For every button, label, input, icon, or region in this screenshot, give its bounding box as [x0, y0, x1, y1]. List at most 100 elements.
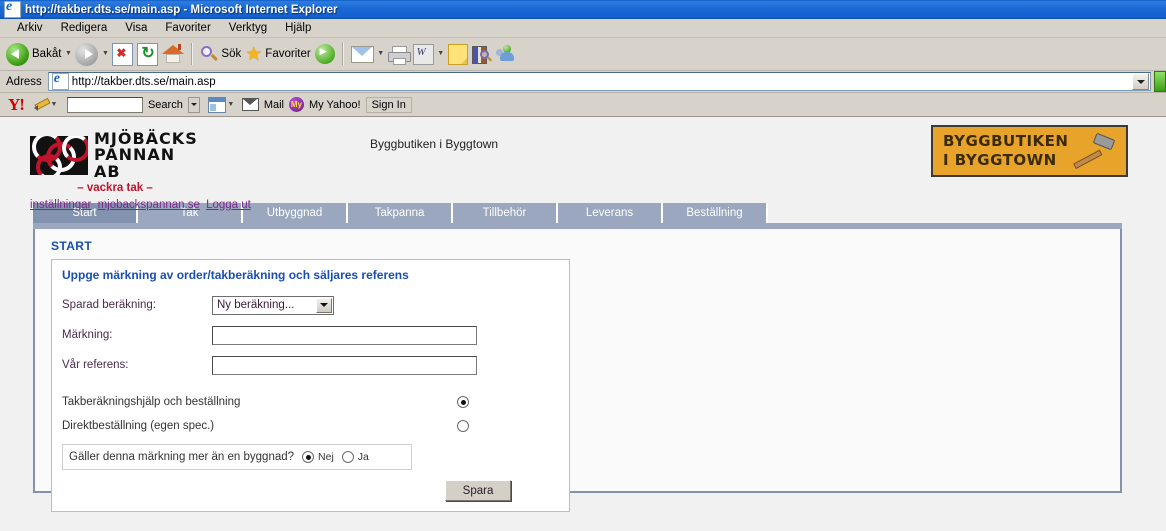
mail-icon — [350, 45, 374, 63]
banner-line-1: BYGGBUTIKEN — [943, 132, 1069, 151]
research-button[interactable] — [470, 40, 494, 68]
multi-building-question-label: Gäller denna märkning mer än en byggnad? — [69, 451, 295, 463]
banner-line-2: I BYGGTOWN — [943, 151, 1057, 169]
home-button[interactable] — [160, 40, 186, 68]
window-title-bar: http://takber.dts.se/main.asp - Microsof… — [0, 0, 1166, 19]
option-label-direktbestallning: Direktbeställning (egen spec.) — [62, 420, 215, 432]
option-row-takberakningshjalp[interactable]: Takberäkningshjälp och beställning — [62, 390, 559, 414]
menu-bar: Arkiv Redigera Visa Favoriter Verktyg Hj… — [0, 19, 1166, 38]
my-yahoo-icon[interactable]: My — [288, 97, 304, 112]
saved-calculation-row: Sparad beräkning: Ny beräkning... — [62, 290, 559, 320]
forward-icon — [75, 42, 99, 66]
notes-button[interactable] — [446, 40, 470, 68]
link-installningar[interactable]: inställningar — [30, 199, 91, 211]
logo-tagline: – vackra tak – — [77, 181, 153, 194]
search-button[interactable]: Sök — [198, 40, 243, 68]
yahoo-search-chevron-down-icon[interactable] — [187, 96, 200, 113]
address-chevron-down-icon[interactable] — [1132, 73, 1149, 90]
saved-calculation-value: Ny beräkning... — [217, 299, 295, 311]
forward-history-chevron-down-icon[interactable]: ▼ — [100, 40, 110, 68]
marking-input[interactable] — [212, 325, 477, 345]
logo-line-2: PANNAN AB — [94, 145, 176, 181]
menu-item-hjalp[interactable]: Hjälp — [276, 21, 320, 35]
mjobackspannan-logo-icon — [30, 135, 88, 175]
tab-leverans[interactable]: Leverans — [558, 203, 663, 223]
menu-item-arkiv[interactable]: Arkiv — [8, 21, 52, 35]
browser-toolbar: Bakåt ▼ ▼ Sök ★ Favoriter ▼ ▼ — [0, 38, 1166, 71]
mail-button[interactable] — [349, 40, 376, 68]
label-ja: Ja — [357, 451, 369, 463]
favorites-button[interactable]: ★ Favoriter — [243, 40, 312, 68]
messenger-button[interactable] — [494, 40, 518, 68]
back-history-chevron-down-icon[interactable]: ▼ — [63, 40, 73, 68]
edit-word-icon — [412, 43, 434, 65]
menu-item-visa[interactable]: Visa — [116, 21, 156, 35]
tab-bestallning[interactable]: Beställning — [663, 203, 768, 223]
search-icon — [200, 45, 219, 63]
pencil-chevron-down-icon[interactable]: ▼ — [49, 91, 59, 119]
search-label: Sök — [221, 48, 242, 60]
back-label: Bakåt — [32, 48, 62, 60]
menu-item-verktyg[interactable]: Verktyg — [220, 21, 276, 35]
yahoo-window-chevron-down-icon[interactable]: ▼ — [226, 91, 236, 119]
link-logga-ut[interactable]: Logga ut — [206, 199, 251, 211]
toolbar-separator-1 — [191, 43, 194, 65]
stop-button[interactable] — [110, 40, 135, 68]
site-logo: MJÖBÄCKS PANNAN AB – vackra tak – instäl… — [30, 130, 251, 211]
favorites-star-icon: ★ — [245, 43, 263, 65]
back-button[interactable]: Bakåt — [4, 40, 63, 68]
radio-direktbestallning[interactable] — [457, 420, 469, 432]
chevron-down-icon[interactable] — [316, 297, 332, 313]
address-url-text: http://takber.dts.se/main.asp — [71, 75, 216, 88]
toolbar-separator-2 — [341, 43, 344, 65]
my-yahoo-button[interactable]: My Yahoo! — [304, 98, 366, 112]
tab-tillbehor[interactable]: Tillbehör — [453, 203, 558, 223]
byggbutiken-banner[interactable]: BYGGBUTIKEN I BYGGTOWN — [931, 125, 1128, 177]
radio-nej[interactable] — [302, 451, 315, 463]
multi-building-question-box: Gäller denna märkning mer än en byggnad?… — [62, 444, 412, 470]
link-mjobackspannan-se[interactable]: mjobackspannan.se — [98, 199, 200, 211]
form-heading: Uppge märkning av order/takberäkning och… — [62, 268, 409, 282]
go-button[interactable] — [1154, 71, 1166, 92]
menu-item-redigera[interactable]: Redigera — [52, 21, 117, 35]
edit-chevron-down-icon[interactable]: ▼ — [436, 40, 446, 68]
save-button[interactable]: Spara — [445, 480, 511, 501]
yahoo-search-button[interactable]: Search — [143, 98, 188, 112]
edit-button[interactable] — [411, 40, 436, 68]
refresh-icon — [137, 42, 159, 66]
yahoo-window-icon[interactable] — [207, 96, 226, 113]
option-row-direktbestallning[interactable]: Direktbeställning (egen spec.) — [62, 414, 559, 438]
yahoo-mail-button[interactable]: Mail — [259, 98, 289, 112]
site-header: MJÖBÄCKS PANNAN AB – vackra tak – instäl… — [0, 117, 1166, 211]
address-input[interactable]: http://takber.dts.se/main.asp — [47, 71, 1151, 91]
forward-button[interactable] — [73, 40, 100, 68]
order-marking-form: Uppge märkning av order/takberäkning och… — [51, 259, 570, 512]
label-nej: Nej — [318, 451, 334, 463]
marking-row: Märkning: — [62, 320, 559, 350]
yahoo-logo-icon[interactable]: Y! — [8, 96, 25, 113]
marking-label: Märkning: — [62, 329, 113, 341]
header-links: inställningar mjobackspannan.se Logga ut — [30, 199, 251, 211]
print-button[interactable] — [386, 40, 411, 68]
reference-input[interactable] — [212, 355, 477, 375]
radio-ja[interactable] — [341, 451, 354, 463]
pencil-icon[interactable] — [33, 97, 51, 112]
yahoo-search-input[interactable] — [66, 96, 143, 113]
tab-takpanna[interactable]: Takpanna — [348, 203, 453, 223]
menu-item-favoriter[interactable]: Favoriter — [156, 21, 219, 35]
yahoo-sign-in-button[interactable]: Sign In — [365, 96, 412, 113]
mail-chevron-down-icon[interactable]: ▼ — [376, 40, 386, 68]
yahoo-mail-icon[interactable] — [241, 98, 259, 111]
media-button[interactable] — [313, 40, 337, 68]
reference-label: Vår referens: — [62, 359, 129, 371]
address-bar: Adress http://takber.dts.se/main.asp — [0, 71, 1166, 93]
print-icon — [387, 45, 411, 65]
tab-utbyggnad[interactable]: Utbyggnad — [243, 203, 348, 223]
saved-calculation-select[interactable]: Ny beräkning... — [212, 295, 334, 315]
ie-document-icon — [4, 0, 21, 18]
refresh-button[interactable] — [135, 40, 160, 68]
back-icon — [6, 42, 29, 66]
radio-takberakningshjalp[interactable] — [457, 396, 469, 408]
page-title: START — [51, 239, 93, 253]
home-icon — [162, 44, 185, 64]
